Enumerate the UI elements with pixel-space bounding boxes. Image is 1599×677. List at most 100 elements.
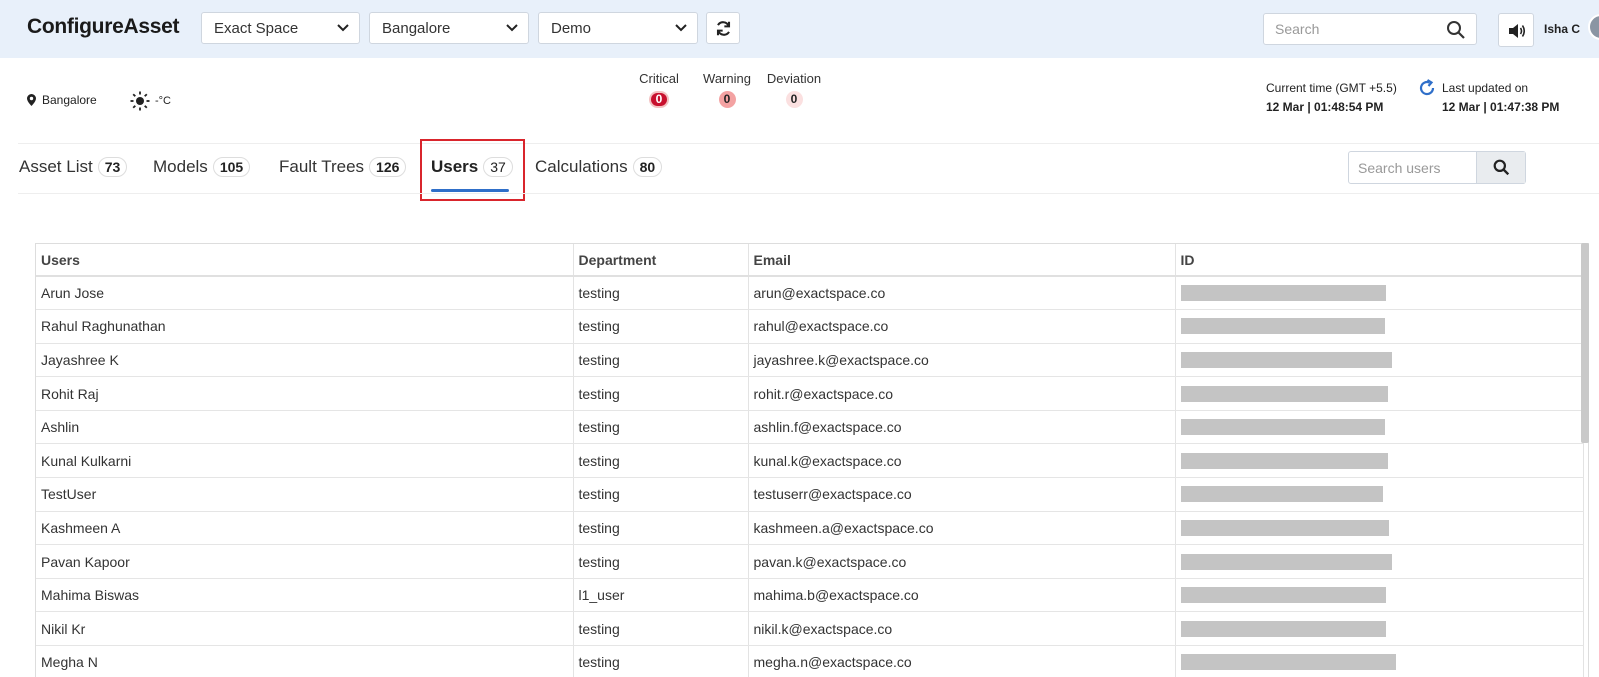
refresh-button[interactable] bbox=[706, 12, 740, 44]
redacted-id bbox=[1180, 553, 1392, 570]
table-row[interactable]: Rahul Raghunathan testing rahul@exactspace… bbox=[36, 309, 1584, 344]
redacted-id bbox=[1180, 419, 1385, 436]
department-cell: testing bbox=[573, 343, 749, 378]
company-select[interactable]: Exact Space bbox=[201, 12, 360, 44]
table-header-row: Users Department Email ID bbox=[36, 244, 1584, 277]
tab-label: Calculations bbox=[535, 157, 628, 176]
redacted-id bbox=[1180, 351, 1392, 368]
email-cell: mahima.b@exactspace.co bbox=[748, 578, 1176, 613]
users-search-button[interactable] bbox=[1476, 152, 1525, 183]
id-cell bbox=[1175, 309, 1584, 344]
column-header-department[interactable]: Department bbox=[573, 244, 749, 277]
user-name-cell: Kashmeen A bbox=[36, 511, 574, 546]
department-cell: testing bbox=[573, 376, 749, 411]
email-cell: kashmeen.a@exactspace.co bbox=[748, 511, 1176, 546]
department-cell: testing bbox=[573, 511, 749, 546]
email-cell: megha.n@exactspace.co bbox=[748, 645, 1176, 677]
unit-select[interactable]: Demo bbox=[538, 12, 698, 44]
department-cell: testing bbox=[573, 443, 749, 479]
user-name[interactable]: Isha C bbox=[1544, 22, 1580, 36]
divider bbox=[18, 193, 1599, 194]
deviation-alarms[interactable]: Deviation 0 bbox=[764, 71, 824, 108]
column-header-email[interactable]: Email bbox=[748, 244, 1176, 277]
email-cell: rahul@exactspace.co bbox=[748, 309, 1176, 344]
email-cell: pavan.k@exactspace.co bbox=[748, 544, 1176, 579]
users-search[interactable] bbox=[1348, 151, 1526, 184]
search-icon bbox=[1493, 159, 1510, 176]
table-row[interactable]: Arun Jose testing arun@exactspace.co bbox=[36, 276, 1584, 311]
table-row[interactable]: Ashlin testing ashlin.f@exactspace.co bbox=[36, 410, 1584, 445]
id-cell bbox=[1175, 578, 1584, 613]
email-cell: ashlin.f@exactspace.co bbox=[748, 410, 1176, 445]
tab-count-badge: 73 bbox=[97, 157, 128, 177]
user-name-cell: Ashlin bbox=[36, 410, 574, 445]
global-search-input[interactable] bbox=[1275, 21, 1435, 37]
critical-label: Critical bbox=[639, 71, 679, 86]
table-row[interactable]: Jayashree Ktesting jayashree.k@exactspace… bbox=[36, 343, 1584, 378]
chevron-down-icon bbox=[675, 24, 687, 32]
table-row[interactable]: Mahima Biswas l1_user mahima.b@exactspace.… bbox=[36, 578, 1584, 613]
department-cell: testing bbox=[573, 611, 749, 647]
id-cell bbox=[1175, 443, 1584, 479]
table-row[interactable]: Nikil Kr testing nikil.k@exactspace.co bbox=[36, 611, 1584, 647]
highlight-annotation bbox=[420, 139, 525, 201]
avatar[interactable] bbox=[1588, 14, 1599, 40]
table-row[interactable]: Rohit Raj testing rohit.r@exactspace.co bbox=[36, 376, 1584, 411]
id-cell bbox=[1175, 611, 1584, 647]
id-cell bbox=[1175, 276, 1584, 311]
tab-asset-list[interactable]: Asset List 73 bbox=[19, 157, 128, 177]
redacted-id bbox=[1180, 285, 1386, 302]
global-search[interactable] bbox=[1263, 13, 1477, 45]
user-name-cell: Jayashree K bbox=[36, 343, 574, 378]
column-header-id[interactable]: ID bbox=[1175, 244, 1584, 277]
id-cell bbox=[1175, 410, 1584, 445]
department-cell: testing bbox=[573, 276, 749, 311]
tab-label: Models bbox=[153, 157, 208, 176]
table-row[interactable]: Kashmeen Atesting kashmeen.a@exactspace.c… bbox=[36, 511, 1584, 546]
site-select[interactable]: Bangalore bbox=[369, 12, 529, 44]
user-name-cell: Rahul Raghunathan bbox=[36, 309, 574, 344]
redacted-id bbox=[1180, 519, 1389, 536]
location-label: Bangalore bbox=[42, 93, 97, 107]
map-pin-icon bbox=[27, 94, 36, 106]
table-row[interactable]: TestUser testing testuserr@exactspace.co bbox=[36, 477, 1584, 512]
chevron-down-icon bbox=[506, 24, 518, 32]
id-cell bbox=[1175, 511, 1584, 546]
divider bbox=[18, 143, 1599, 144]
current-time: Current time (GMT +5.5) 12 Mar | 01:48:5… bbox=[1266, 79, 1397, 117]
id-cell bbox=[1175, 544, 1584, 579]
company-select-value: Exact Space bbox=[214, 20, 299, 37]
tab-fault-trees[interactable]: Fault Trees 126 bbox=[279, 157, 407, 177]
warning-alarms[interactable]: Warning 0 bbox=[700, 71, 754, 108]
tab-models[interactable]: Models 105 bbox=[153, 157, 251, 177]
sound-toggle-button[interactable] bbox=[1498, 13, 1534, 47]
tab-count-badge: 105 bbox=[212, 157, 251, 177]
user-name-cell: Arun Jose bbox=[36, 276, 574, 311]
redacted-id bbox=[1180, 587, 1386, 604]
department-cell: l1_user bbox=[573, 578, 749, 613]
table-row[interactable]: Megha Ntesting megha.n@exactspace.co bbox=[36, 645, 1584, 677]
department-cell: testing bbox=[573, 309, 749, 344]
last-updated-value: 12 Mar | 01:47:38 PM bbox=[1442, 100, 1560, 114]
department-cell: testing bbox=[573, 477, 749, 512]
tab-calculations[interactable]: Calculations 80 bbox=[535, 157, 663, 177]
email-cell: kunal.k@exactspace.co bbox=[748, 443, 1176, 479]
search-icon[interactable] bbox=[1446, 20, 1466, 40]
sync-icon[interactable] bbox=[1418, 79, 1436, 97]
column-header-users[interactable]: Users bbox=[36, 244, 574, 277]
redacted-id bbox=[1180, 385, 1388, 402]
tab-label: Asset List bbox=[19, 157, 93, 176]
department-cell: testing bbox=[573, 645, 749, 677]
critical-count-badge: 0 bbox=[648, 91, 670, 108]
table-row[interactable]: Kunal Kulkarni testing kunal.k@exactspace.… bbox=[36, 443, 1584, 479]
site-select-value: Bangalore bbox=[382, 20, 451, 37]
current-time-value: 12 Mar | 01:48:54 PM bbox=[1266, 100, 1384, 114]
chevron-down-icon bbox=[337, 24, 349, 32]
users-search-input[interactable] bbox=[1358, 160, 1473, 176]
email-cell: testuserr@exactspace.co bbox=[748, 477, 1176, 512]
critical-alarms[interactable]: Critical 0 bbox=[636, 71, 682, 108]
table-row[interactable]: Pavan Kapoor testing pavan.k@exactspace.co bbox=[36, 544, 1584, 579]
table-scrollbar[interactable] bbox=[1581, 243, 1589, 443]
last-updated: Last updated on 12 Mar | 01:47:38 PM bbox=[1442, 79, 1559, 117]
app-title[interactable]: ConfigureAsset bbox=[27, 15, 179, 39]
